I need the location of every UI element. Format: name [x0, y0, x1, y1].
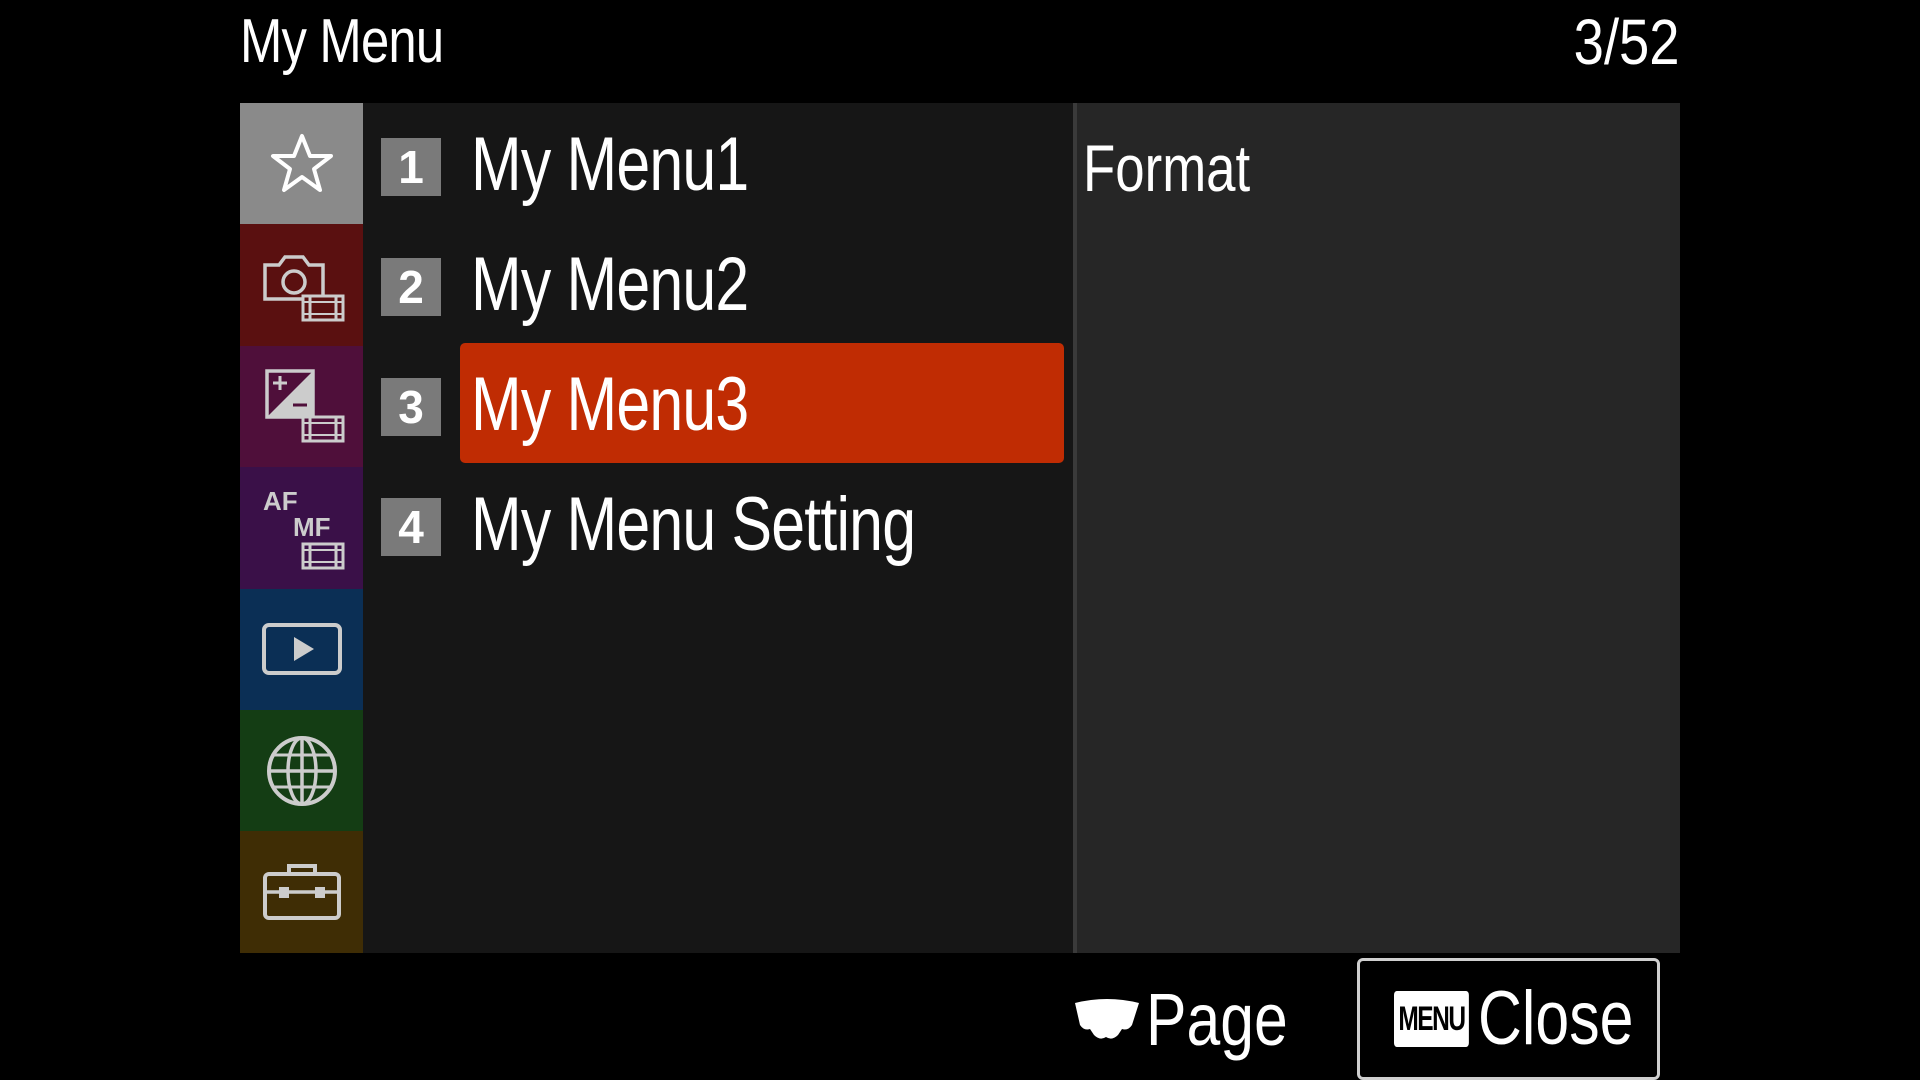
detail-panel: Format [1077, 103, 1680, 953]
menu-button-icon: MENU [1394, 991, 1469, 1047]
menu-item-number: 4 [381, 498, 441, 556]
page-label: Page [1146, 978, 1288, 1061]
menu-item-label: My Menu3 [471, 362, 749, 447]
page-indicator: 3/52 [1574, 6, 1680, 78]
star-icon [270, 133, 333, 192]
sidebar-item-my-menu[interactable] [240, 103, 363, 225]
exposure-movie-icon [264, 369, 344, 443]
detail-item-format[interactable]: Format [1083, 123, 1250, 213]
sidebar-item-setup[interactable] [240, 831, 363, 953]
page-hint: Page [1072, 980, 1319, 1060]
sidebar-item-network[interactable] [240, 709, 363, 832]
menu-item-number: 3 [381, 378, 441, 436]
menu-item-4[interactable]: 4 My Menu Setting [363, 463, 1073, 583]
close-label: Close [1478, 976, 1634, 1061]
playback-icon [261, 623, 342, 676]
svg-text:MF: MF [293, 512, 331, 542]
page-title: My Menu [240, 7, 444, 76]
menu-item-label: My Menu1 [471, 122, 749, 207]
menu-list: 1 My Menu1 2 My Menu2 3 My Menu3 4 My Me… [363, 103, 1073, 953]
sidebar-item-shooting[interactable] [240, 224, 363, 346]
camera-movie-icon [262, 255, 344, 322]
control-wheel-icon [1075, 999, 1139, 1039]
af-mf-movie-icon: AF MF [263, 486, 344, 570]
category-sidebar: AF MF [240, 103, 363, 953]
toolbox-icon [262, 864, 341, 921]
menu-item-number: 1 [381, 138, 441, 196]
menu-item-1[interactable]: 1 My Menu1 [363, 103, 1073, 223]
network-globe-icon [266, 735, 337, 806]
menu-item-label: My Menu2 [471, 242, 749, 327]
sidebar-item-focus[interactable]: AF MF [240, 467, 363, 589]
sidebar-item-playback[interactable] [240, 588, 363, 710]
sidebar-item-exposure[interactable] [240, 345, 363, 468]
close-button[interactable]: MENU Close [1357, 958, 1660, 1080]
menu-item-3[interactable]: 3 My Menu3 [363, 343, 1073, 463]
menu-item-label: My Menu Setting [471, 482, 916, 567]
menu-item-2[interactable]: 2 My Menu2 [363, 223, 1073, 343]
menu-item-number: 2 [381, 258, 441, 316]
